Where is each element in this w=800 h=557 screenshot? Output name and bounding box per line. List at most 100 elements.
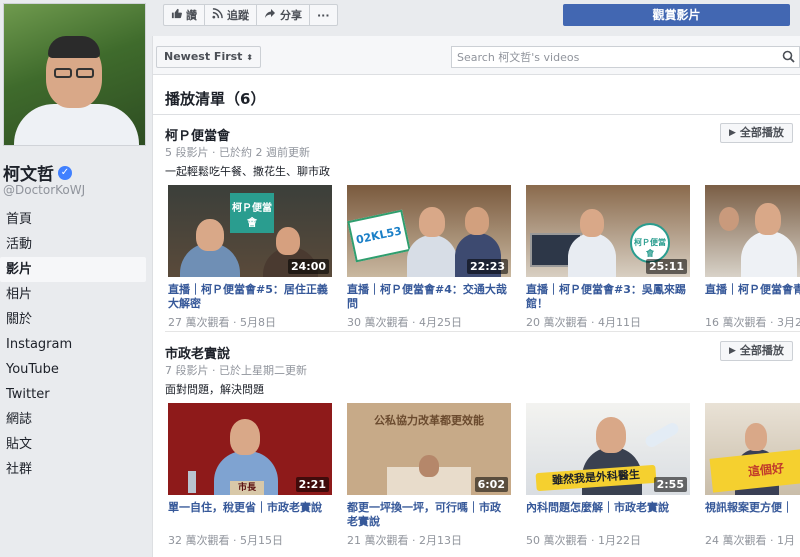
play-all-button[interactable]: ▶ 全部播放 xyxy=(720,123,793,143)
playlist-description: 面對問題，解決問題 xyxy=(165,383,264,396)
share-label: 分享 xyxy=(280,9,302,22)
video-title[interactable]: 直播｜柯Ｐ便當會青來了！ xyxy=(705,283,800,311)
nav-item-youtube[interactable]: YouTube xyxy=(0,357,146,382)
nav-item-videos[interactable]: 影片 xyxy=(0,257,146,282)
profile-picture[interactable] xyxy=(3,3,146,146)
video-title[interactable]: 直播｜柯Ｐ便當會#3：吳鳳來踢館！ xyxy=(526,283,690,311)
video-row: 柯Ｐ便當會 24:00 直播｜柯Ｐ便當會#5：居住正義大解密 27 萬次觀看 ·… xyxy=(168,185,800,330)
video-thumbnail[interactable]: 雖然我是外科醫生 2:55 xyxy=(526,403,690,495)
share-button[interactable]: 分享 xyxy=(257,4,310,26)
license-plate-sign: 02KL53 xyxy=(347,209,411,263)
nav-item-community[interactable]: 社群 xyxy=(0,457,146,482)
video-card[interactable]: 02KL53 22:23 直播｜柯Ｐ便當會#4：交通大哉問 30 萬次觀看 · … xyxy=(347,185,511,330)
play-all-label: 全部播放 xyxy=(739,126,784,139)
video-meta: 16 萬次觀看 · 3月2 xyxy=(705,316,800,329)
play-all-label: 全部播放 xyxy=(739,344,784,357)
more-button[interactable]: ··· xyxy=(310,4,338,26)
playlist-meta: 7 段影片 · 已於上星期二更新 xyxy=(165,364,307,377)
videos-main-panel: Newest First ⬍ 播放清單（6） 柯Ｐ便當會 5 段影片 · 已於約… xyxy=(152,36,800,557)
video-meta: 20 萬次觀看 · 4月11日 xyxy=(526,316,641,329)
video-title[interactable]: 都更一坪換一坪，可行嗎｜市政老實說 xyxy=(347,501,511,529)
watch-video-button[interactable]: 觀賞影片 xyxy=(563,4,790,26)
video-meta: 30 萬次觀看 · 4月25日 xyxy=(347,316,462,329)
video-duration: 2:55 xyxy=(653,477,687,492)
video-meta: 21 萬次觀看 · 2月13日 xyxy=(347,534,462,547)
follow-button[interactable]: 追蹤 xyxy=(205,4,257,26)
action-bar: 讚 追蹤 分享 ··· 觀賞影片 xyxy=(152,0,800,36)
kop-badge: 柯Ｐ便當會 xyxy=(630,223,670,263)
playlist-meta: 5 段影片 · 已於約 2 週前更新 xyxy=(165,146,310,159)
video-thumbnail[interactable]: 市長 2:21 xyxy=(168,403,332,495)
nav-item-photos[interactable]: 相片 xyxy=(0,282,146,307)
sort-arrows-icon: ⬍ xyxy=(246,53,253,62)
video-card[interactable]: 柯Ｐ便當會 25:11 直播｜柯Ｐ便當會#3：吳鳳來踢館！ 20 萬次觀看 · … xyxy=(526,185,690,330)
more-dots-icon: ··· xyxy=(317,8,330,22)
video-card[interactable]: 市長 2:21 單一自住，稅更省｜市政老實說 32 萬次觀看 · 5月15日 xyxy=(168,403,332,548)
left-column: 柯文哲 ✓ @DoctorKoWJ 首頁 活動 影片 相片 關於 Instagr… xyxy=(0,0,152,557)
video-thumbnail[interactable]: 這個好 xyxy=(705,403,800,495)
nav-item-home[interactable]: 首頁 xyxy=(0,207,146,232)
nav-item-posts[interactable]: 貼文 xyxy=(0,432,146,457)
video-duration: 25:11 xyxy=(645,259,687,274)
video-search xyxy=(451,46,800,68)
nav-item-blog[interactable]: 網誌 xyxy=(0,407,146,432)
video-title[interactable]: 單一自住，稅更省｜市政老實說 xyxy=(168,501,332,529)
video-card[interactable]: 直播｜柯Ｐ便當會青來了！ 16 萬次觀看 · 3月2 xyxy=(705,185,800,330)
good-caption: 這個好 xyxy=(709,447,800,493)
mayor-sign: 市長 xyxy=(230,481,264,495)
playlist-divider xyxy=(165,331,800,332)
nav-item-events[interactable]: 活動 xyxy=(0,232,146,257)
video-duration: 22:23 xyxy=(466,259,508,274)
filter-bar: Newest First ⬍ xyxy=(153,36,800,75)
playlist-title[interactable]: 柯Ｐ便當會 xyxy=(165,125,230,144)
play-all-button[interactable]: ▶ 全部播放 xyxy=(720,341,793,361)
nav-item-about[interactable]: 關於 xyxy=(0,307,146,332)
playlists-heading: 播放清單（6） xyxy=(165,90,266,108)
nav-item-twitter[interactable]: Twitter xyxy=(0,382,146,407)
heading-divider xyxy=(153,114,800,115)
page-name[interactable]: 柯文哲 ✓ xyxy=(3,160,72,185)
video-thumbnail[interactable]: 公私協力改革都更效能 6:02 xyxy=(347,403,511,495)
video-meta: 27 萬次觀看 · 5月8日 xyxy=(168,316,276,329)
verified-badge-icon: ✓ xyxy=(58,165,72,180)
video-title[interactable]: 視訊報案更方便｜ xyxy=(705,501,800,529)
video-card[interactable]: 這個好 視訊報案更方便｜ 24 萬次觀看 · 1月 xyxy=(705,403,800,548)
playlist-description: 一起輕鬆吃午餐、撒花生、聊市政 xyxy=(165,165,330,178)
page-name-text[interactable]: 柯文哲 xyxy=(3,160,54,185)
video-thumbnail[interactable]: 02KL53 22:23 xyxy=(347,185,511,277)
video-thumbnail[interactable] xyxy=(705,185,800,277)
sort-dropdown[interactable]: Newest First ⬍ xyxy=(156,46,261,68)
video-duration: 6:02 xyxy=(474,477,508,492)
video-meta: 50 萬次觀看 · 1月22日 xyxy=(526,534,641,547)
share-arrow-icon xyxy=(264,8,276,22)
thumbs-up-icon xyxy=(171,8,182,22)
video-meta: 32 萬次觀看 · 5月15日 xyxy=(168,534,283,547)
video-thumbnail[interactable]: 柯Ｐ便當會 25:11 xyxy=(526,185,690,277)
like-label: 讚 xyxy=(186,9,197,22)
page-nav: 首頁 活動 影片 相片 關於 Instagram YouTube Twitter… xyxy=(0,207,146,482)
video-title[interactable]: 直播｜柯Ｐ便當會#5：居住正義大解密 xyxy=(168,283,332,311)
video-thumbnail[interactable]: 柯Ｐ便當會 24:00 xyxy=(168,185,332,277)
video-duration: 24:00 xyxy=(287,259,329,274)
video-duration: 2:21 xyxy=(295,477,329,492)
follow-label: 追蹤 xyxy=(227,9,249,22)
playlist-title[interactable]: 市政老實說 xyxy=(165,343,230,362)
video-title[interactable]: 直播｜柯Ｐ便當會#4：交通大哉問 xyxy=(347,283,511,311)
video-row: 市長 2:21 單一自住，稅更省｜市政老實說 32 萬次觀看 · 5月15日 公… xyxy=(168,403,800,548)
page-handle: @DoctorKoWJ xyxy=(3,183,86,197)
rss-icon xyxy=(212,8,223,22)
kop-banner: 柯Ｐ便當會 xyxy=(230,193,274,233)
search-icon[interactable] xyxy=(782,50,795,66)
like-button[interactable]: 讚 xyxy=(163,4,205,26)
video-card[interactable]: 柯Ｐ便當會 24:00 直播｜柯Ｐ便當會#5：居住正義大解密 27 萬次觀看 ·… xyxy=(168,185,332,330)
action-button-group: 讚 追蹤 分享 ··· xyxy=(163,4,338,26)
video-meta: 24 萬次觀看 · 1月 xyxy=(705,534,795,547)
play-icon: ▶ xyxy=(729,128,736,138)
sort-label: Newest First xyxy=(164,50,243,63)
video-title[interactable]: 內科問題怎麼解｜市政老實說 xyxy=(526,501,690,529)
play-icon: ▶ xyxy=(729,346,736,356)
video-search-input[interactable] xyxy=(452,47,772,67)
nav-item-instagram[interactable]: Instagram xyxy=(0,332,146,357)
video-card[interactable]: 雖然我是外科醫生 2:55 內科問題怎麼解｜市政老實說 50 萬次觀看 · 1月… xyxy=(526,403,690,548)
video-card[interactable]: 公私協力改革都更效能 6:02 都更一坪換一坪，可行嗎｜市政老實說 21 萬次觀… xyxy=(347,403,511,548)
